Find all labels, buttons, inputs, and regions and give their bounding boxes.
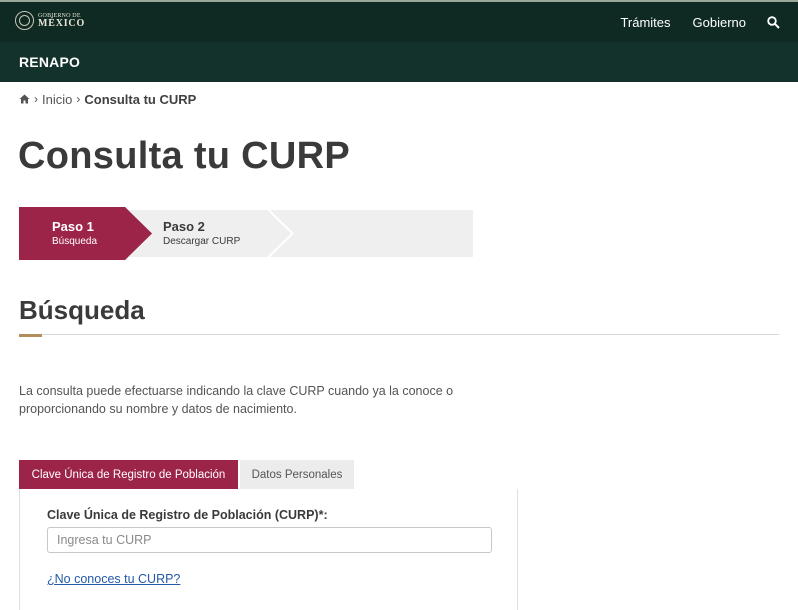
step-2: Paso 2 Descargar CURP: [163, 219, 241, 248]
no-conoces-curp-link[interactable]: ¿No conoces tu CURP?: [47, 572, 180, 586]
nav-link-tramites[interactable]: Trámites: [620, 15, 670, 30]
page-title: Consulta tu CURP: [18, 135, 351, 177]
breadcrumb-inicio[interactable]: Inicio: [42, 92, 72, 107]
curp-input[interactable]: [47, 527, 492, 553]
sub-navbar: RENAPO: [0, 42, 798, 82]
logo-text-big: MÉXICO: [38, 17, 86, 29]
tab-clave-curp[interactable]: Clave Única de Registro de Población: [19, 460, 238, 489]
main-nav: Trámites Gobierno: [598, 2, 780, 42]
step-1-number: Paso 1: [52, 219, 94, 234]
chevron-right-icon: ›: [34, 92, 38, 106]
stepper: Paso 1 Búsqueda Paso 2 Descargar CURP: [19, 207, 473, 260]
tab-datos-personales[interactable]: Datos Personales: [240, 460, 354, 489]
search-icon[interactable]: [766, 15, 780, 29]
breadcrumb-current: Consulta tu CURP: [84, 91, 197, 107]
step-1: Paso 1 Búsqueda: [52, 219, 98, 248]
intro-text: La consulta puede efectuarse indicando l…: [19, 384, 454, 416]
chevron-right-icon: ›: [76, 92, 81, 106]
section-accent-bar: [19, 334, 42, 337]
search-tabs: Clave Única de Registro de Población Dat…: [19, 460, 354, 489]
section-title: Búsqueda: [19, 295, 145, 325]
curp-form-panel: Clave Única de Registro de Población (CU…: [19, 489, 518, 610]
step-1-label: Búsqueda: [52, 236, 98, 248]
seal-icon: [15, 11, 34, 30]
breadcrumb: › Inicio › Consulta tu CURP: [19, 91, 196, 107]
renapo-title[interactable]: RENAPO: [19, 54, 80, 70]
gobierno-logo[interactable]: GOBIERNO DE MÉXICO: [15, 11, 85, 30]
nav-link-gobierno[interactable]: Gobierno: [693, 15, 746, 30]
top-navbar: GOBIERNO DE MÉXICO Trámites Gobierno: [0, 0, 798, 42]
step-2-number: Paso 2: [163, 219, 205, 234]
section-divider: [19, 334, 779, 335]
home-icon[interactable]: [19, 92, 30, 107]
curp-field-label: Clave Única de Registro de Población (CU…: [47, 508, 328, 522]
step-2-label: Descargar CURP: [163, 236, 241, 248]
